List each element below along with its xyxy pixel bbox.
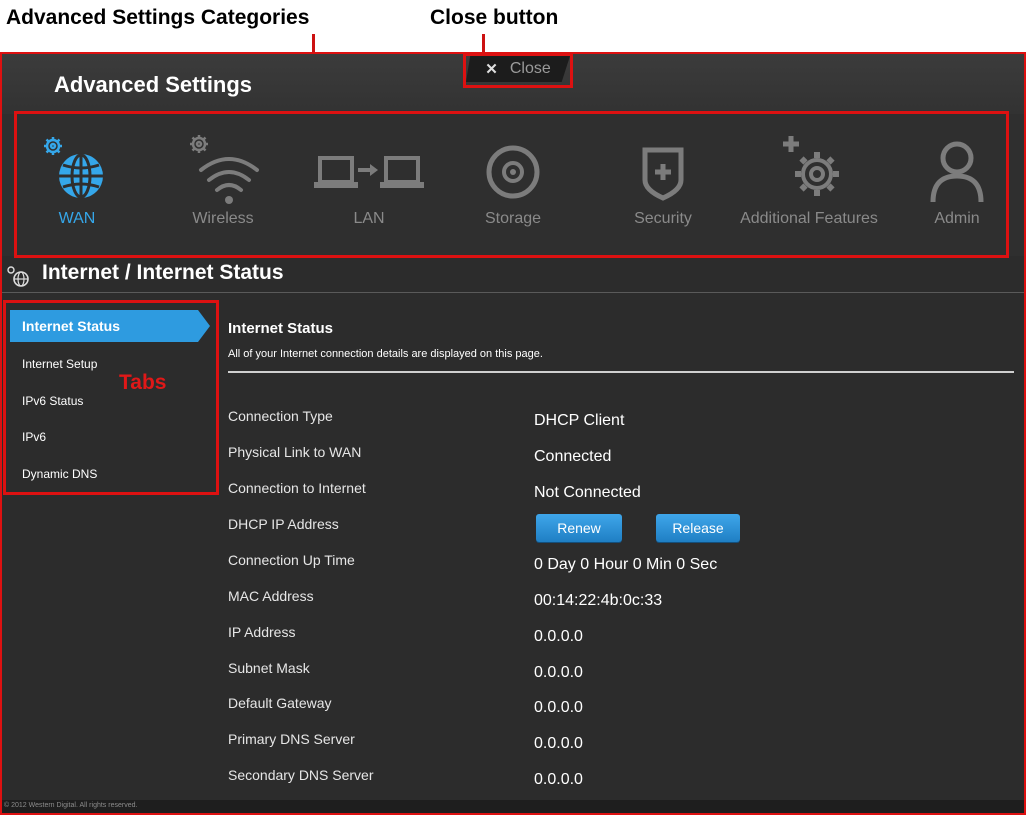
row-value: 0.0.0.0: [534, 664, 583, 681]
status-row-gateway: Default Gateway 0.0.0.0: [228, 695, 1018, 725]
row-label: Connection Up Time: [228, 552, 355, 568]
category-wireless[interactable]: Wireless: [148, 114, 298, 256]
category-label: Security: [634, 210, 692, 227]
close-button-label: Close: [509, 60, 551, 77]
category-additional-features[interactable]: Additional Features: [734, 114, 884, 256]
row-value: 0.0.0.0: [534, 699, 583, 716]
category-admin[interactable]: Admin: [882, 114, 1024, 256]
status-row-secondary-dns: Secondary DNS Server 0.0.0.0: [228, 767, 1018, 797]
category-label: Wireless: [192, 210, 254, 227]
categories-annotation-label: Advanced Settings Categories: [6, 6, 310, 29]
tabs-annotation-label: Tabs: [119, 371, 167, 394]
close-icon: ✕: [485, 61, 498, 78]
status-row-mac: MAC Address 00:14:22:4b:0c:33: [228, 588, 1018, 618]
status-row-dhcp-ip: DHCP IP Address Renew Release: [228, 514, 1018, 546]
row-value: 0.0.0.0: [534, 771, 583, 788]
row-label: Physical Link to WAN: [228, 444, 362, 460]
close-annotation-label: Close button: [430, 6, 559, 29]
category-label: Additional Features: [740, 210, 878, 227]
status-row-subnet: Subnet Mask 0.0.0.0: [228, 660, 1018, 690]
category-security[interactable]: Security: [588, 114, 738, 256]
globe-icon: [44, 137, 103, 199]
footer: © 2012 Western Digital. All rights reser…: [2, 800, 1024, 815]
close-button[interactable]: ✕ Close: [466, 56, 570, 82]
tab-internet-setup[interactable]: Internet Setup: [10, 348, 210, 380]
row-label: Connection to Internet: [228, 480, 366, 496]
category-bar: WAN Wireless LAN Storage Security Additi…: [2, 114, 1024, 256]
lan-icon: [314, 156, 424, 188]
renew-button[interactable]: Renew: [536, 514, 622, 542]
content-divider: [228, 371, 1014, 373]
shield-icon: [642, 147, 684, 201]
status-row-connection-type: Connection Type DHCP Client: [228, 408, 1018, 438]
router-window: Advanced Settings ✕ Close WAN Wireless L…: [2, 52, 1024, 815]
row-label: Subnet Mask: [228, 660, 310, 676]
category-label: Storage: [484, 210, 542, 227]
tab-ipv6-status[interactable]: IPv6 Status: [10, 385, 210, 417]
status-row-primary-dns: Primary DNS Server 0.0.0.0: [228, 731, 1018, 761]
row-value: DHCP Client: [534, 412, 625, 429]
row-label: MAC Address: [228, 588, 314, 604]
category-lan[interactable]: LAN: [294, 114, 444, 256]
row-label: IP Address: [228, 624, 296, 640]
row-value: 0 Day 0 Hour 0 Min 0 Sec: [534, 556, 718, 573]
tab-ipv6[interactable]: IPv6: [10, 421, 210, 453]
content-subtitle: All of your Internet connection details …: [228, 348, 543, 360]
status-row-uptime: Connection Up Time 0 Day 0 Hour 0 Min 0 …: [228, 552, 1018, 582]
section-divider: [2, 292, 1024, 293]
copyright-text: © 2012 Western Digital. All rights reser…: [4, 802, 138, 809]
section-title: Internet / Internet Status: [42, 261, 284, 284]
tab-internet-status[interactable]: Internet Status: [10, 310, 210, 342]
category-wan[interactable]: WAN: [2, 114, 152, 256]
row-value: 0.0.0.0: [534, 735, 583, 752]
row-value: 00:14:22:4b:0c:33: [534, 592, 663, 609]
user-icon: [930, 141, 984, 203]
close-leader-line: [482, 34, 485, 54]
gear-plus-icon: [783, 136, 839, 196]
page-title: Advanced Settings: [54, 72, 253, 97]
category-label: Admin: [934, 210, 980, 227]
release-button[interactable]: Release: [656, 514, 740, 542]
row-label: DHCP IP Address: [228, 516, 339, 532]
row-label: Default Gateway: [228, 695, 332, 711]
row-value: Not Connected: [534, 484, 641, 501]
category-label: LAN: [353, 210, 385, 227]
status-row-physical-link: Physical Link to WAN Connected: [228, 444, 1018, 474]
section-header: Internet / Internet Status: [2, 257, 1024, 293]
row-label: Connection Type: [228, 408, 333, 424]
tab-dynamic-dns[interactable]: Dynamic DNS: [10, 458, 210, 490]
category-label: WAN: [58, 210, 96, 227]
storage-icon: [486, 145, 540, 199]
category-storage[interactable]: Storage: [438, 114, 588, 256]
globe-small-icon: [7, 266, 29, 287]
row-label: Primary DNS Server: [228, 731, 355, 747]
status-row-connection-internet: Connection to Internet Not Connected: [228, 480, 1018, 510]
row-label: Secondary DNS Server: [228, 767, 374, 783]
content-title: Internet Status: [228, 320, 334, 337]
top-bar: Advanced Settings ✕ Close: [2, 52, 1024, 114]
wifi-icon: [190, 135, 259, 204]
row-value: 0.0.0.0: [534, 628, 583, 645]
status-row-ip: IP Address 0.0.0.0: [228, 624, 1018, 654]
row-value: Connected: [534, 448, 612, 465]
